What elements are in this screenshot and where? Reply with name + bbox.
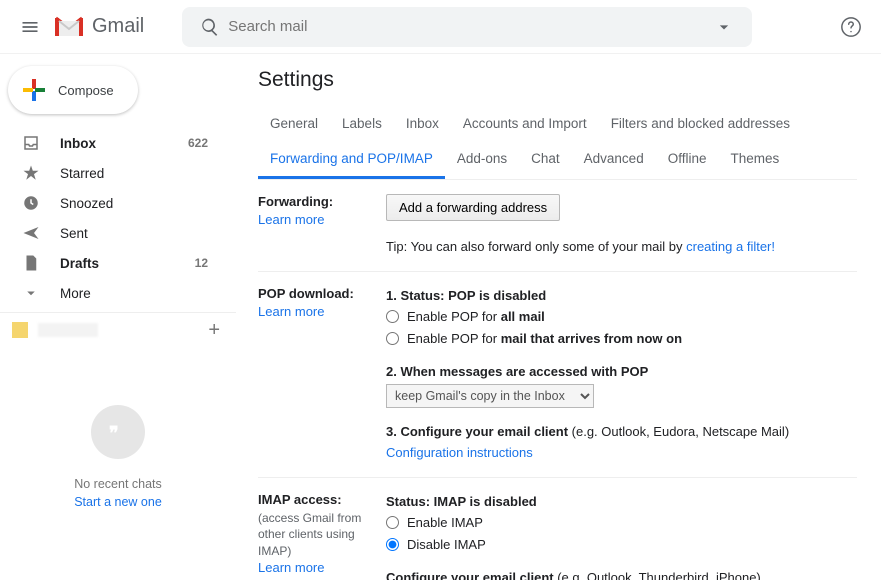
tab-labels[interactable]: Labels (330, 106, 394, 141)
imap-enable-option[interactable]: Enable IMAP (386, 513, 857, 533)
compose-plus-icon (20, 76, 48, 104)
sidebar-item-more[interactable]: More (0, 278, 224, 308)
help-icon (840, 16, 862, 38)
tab-general[interactable]: General (258, 106, 330, 141)
settings-panel: Settings General Labels Inbox Accounts a… (236, 54, 881, 580)
imap-heading: IMAP access: (258, 492, 386, 507)
hangouts-section: ❞ No recent chats Start a new one (0, 405, 236, 509)
drafts-icon (22, 254, 40, 272)
gmail-logo[interactable]: Gmail (54, 15, 144, 38)
hangouts-start-link[interactable]: Start a new one (74, 495, 162, 509)
search-icon (200, 17, 220, 37)
hamburger-icon (20, 17, 40, 37)
settings-tabs-row1: General Labels Inbox Accounts and Import… (258, 106, 857, 141)
nav-label: More (60, 286, 208, 301)
tab-offline[interactable]: Offline (656, 141, 719, 179)
sidebar: Compose Inbox 622 Starred Snoozed Sent D… (0, 54, 236, 580)
main-menu-button[interactable] (10, 7, 50, 47)
create-filter-link[interactable]: creating a filter! (686, 239, 775, 254)
sidebar-item-inbox[interactable]: Inbox 622 (0, 128, 224, 158)
pop-step3-heading: 3. Configure your email client (e.g. Out… (386, 422, 857, 442)
inbox-icon (22, 134, 40, 152)
tab-filters[interactable]: Filters and blocked addresses (599, 106, 802, 141)
label-row[interactable]: + (0, 315, 236, 345)
pop-section: POP download: Learn more 1. Status: POP … (258, 272, 857, 478)
tab-forwarding-pop-imap[interactable]: Forwarding and POP/IMAP (258, 141, 445, 179)
add-forwarding-address-button[interactable]: Add a forwarding address (386, 194, 560, 221)
hangouts-icon: ❞ (91, 405, 145, 459)
help-button[interactable] (831, 7, 871, 47)
pop-enable-new-radio[interactable] (386, 332, 399, 345)
pop-heading: POP download: (258, 286, 386, 301)
tab-addons[interactable]: Add-ons (445, 141, 519, 179)
settings-tabs-row2: Forwarding and POP/IMAP Add-ons Chat Adv… (258, 141, 857, 180)
imap-enable-radio[interactable] (386, 516, 399, 529)
gmail-m-icon (54, 16, 84, 38)
nav-label: Inbox (60, 136, 188, 151)
pop-enable-all-radio[interactable] (386, 310, 399, 323)
imap-subtext: (access Gmail from other clients using I… (258, 510, 386, 560)
imap-config-heading: Configure your email client (e.g. Outloo… (386, 568, 857, 580)
label-color-chip (12, 322, 28, 338)
forwarding-tip: Tip: You can also forward only some of y… (386, 237, 857, 257)
imap-section: IMAP access: (access Gmail from other cl… (258, 478, 857, 580)
nav-count: 12 (195, 256, 208, 270)
nav-label: Snoozed (60, 196, 208, 211)
pop-config-instructions-link[interactable]: Configuration instructions (386, 445, 533, 460)
add-label-button[interactable]: + (208, 319, 220, 342)
forwarding-learn-more-link[interactable]: Learn more (258, 212, 324, 227)
tab-accounts[interactable]: Accounts and Import (451, 106, 599, 141)
search-input[interactable] (228, 18, 714, 35)
tab-themes[interactable]: Themes (718, 141, 791, 179)
sent-icon (22, 224, 40, 242)
tip-text: Tip: You can also forward only some of y… (386, 239, 686, 254)
pop-learn-more-link[interactable]: Learn more (258, 304, 324, 319)
pop-step2-heading: 2. When messages are accessed with POP (386, 362, 857, 382)
nav-label: Starred (60, 166, 208, 181)
nav-count: 622 (188, 136, 208, 150)
search-options-dropdown-icon[interactable] (714, 17, 734, 37)
tab-chat[interactable]: Chat (519, 141, 572, 179)
pop-enable-new-option[interactable]: Enable POP for mail that arrives from no… (386, 329, 857, 349)
clock-icon (22, 194, 40, 212)
labels-section: + (0, 312, 236, 345)
imap-disable-radio[interactable] (386, 538, 399, 551)
chevron-down-icon (22, 284, 40, 302)
sidebar-item-sent[interactable]: Sent (0, 218, 224, 248)
sidebar-item-snoozed[interactable]: Snoozed (0, 188, 224, 218)
compose-label: Compose (58, 83, 114, 98)
sidebar-item-drafts[interactable]: Drafts 12 (0, 248, 224, 278)
compose-button[interactable]: Compose (8, 66, 138, 114)
pop-action-select[interactable]: keep Gmail's copy in the Inbox (386, 384, 594, 408)
nav-label: Sent (60, 226, 208, 241)
tab-advanced[interactable]: Advanced (572, 141, 656, 179)
forwarding-section: Forwarding: Learn more Add a forwarding … (258, 180, 857, 272)
imap-status: Status: IMAP is disabled (386, 492, 857, 512)
app-name: Gmail (92, 15, 144, 38)
pop-status: 1. Status: POP is disabled (386, 286, 857, 306)
search-bar[interactable] (182, 7, 752, 47)
app-header: Gmail (0, 0, 881, 54)
page-title: Settings (258, 68, 857, 92)
nav-label: Drafts (60, 256, 195, 271)
star-icon (22, 164, 40, 182)
forwarding-heading: Forwarding: (258, 194, 386, 209)
hangouts-empty-text: No recent chats (0, 477, 236, 491)
imap-learn-more-link[interactable]: Learn more (258, 560, 324, 575)
imap-disable-option[interactable]: Disable IMAP (386, 535, 857, 555)
sidebar-item-starred[interactable]: Starred (0, 158, 224, 188)
tab-inbox[interactable]: Inbox (394, 106, 451, 141)
label-name-redacted (38, 323, 98, 337)
pop-enable-all-option[interactable]: Enable POP for all mail (386, 307, 857, 327)
